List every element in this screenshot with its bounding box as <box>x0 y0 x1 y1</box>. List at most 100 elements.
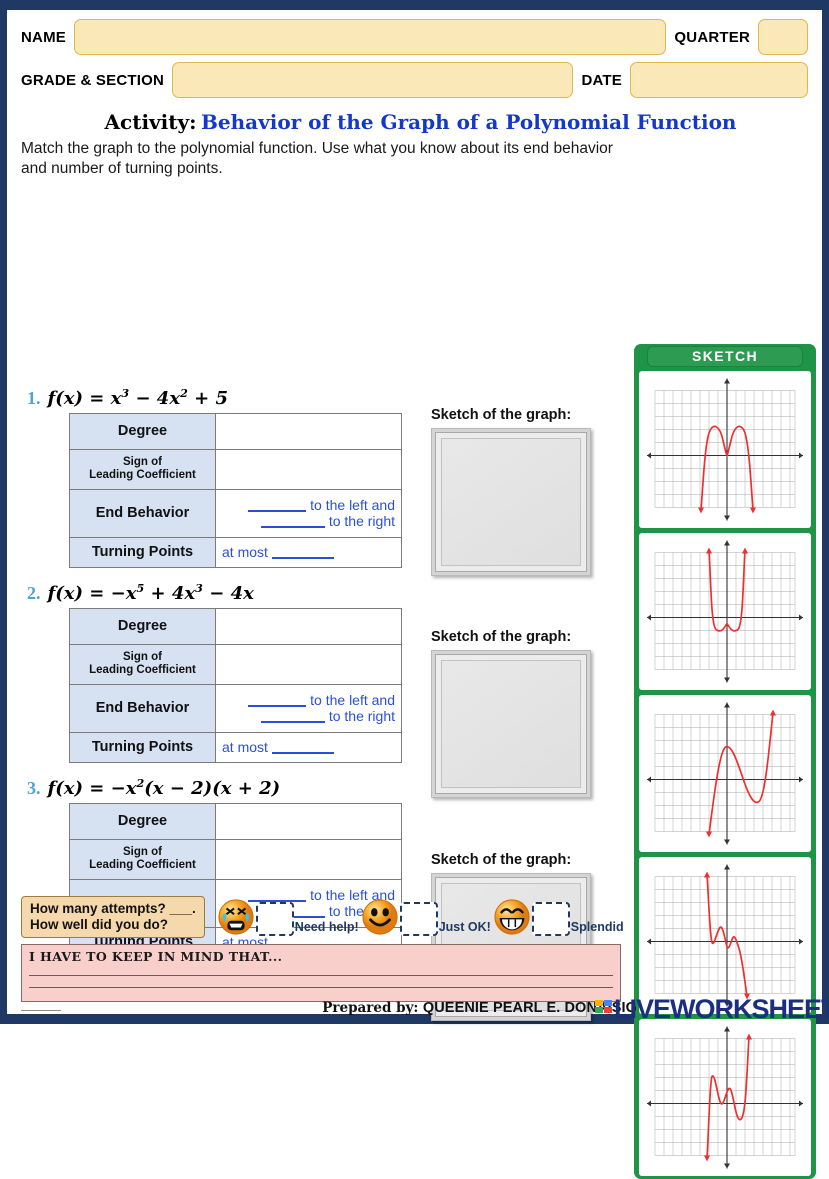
sign-label-line1: Sign of <box>123 456 162 469</box>
y-axis-arrow-down <box>724 1163 730 1169</box>
y-axis-arrow-down <box>724 677 730 683</box>
x-axis-arrow-right <box>799 938 803 945</box>
x-axis-arrow-left <box>647 452 651 459</box>
y-axis-arrow-up <box>724 864 730 870</box>
end-behavior-right-blank-2[interactable] <box>260 721 325 724</box>
mood-dropzone-need-help[interactable] <box>255 902 294 937</box>
table-row: Sign of Leading Coefficient <box>69 643 402 685</box>
mood-dropzone-splendid[interactable] <box>531 902 570 937</box>
sketch-dropzone-2[interactable] <box>431 649 591 798</box>
curve-e-arrow-end <box>746 1033 752 1040</box>
end-behavior-answer-1[interactable]: to the left and to the right <box>215 488 402 538</box>
end-behavior-left-blank-1[interactable] <box>248 509 307 512</box>
sign-leading-coefficient-label: Sign of Leading Coefficient <box>69 838 216 880</box>
mood-dropzone-just-ok[interactable] <box>399 902 438 937</box>
sign-label-line2: Leading Coefficient <box>89 664 196 677</box>
end-behavior-label: End Behavior <box>69 683 216 733</box>
sketch-option-a[interactable] <box>639 370 811 528</box>
dropzone-1-group: Sketch of the graph: <box>431 407 627 576</box>
graph-e-svg <box>647 1026 803 1169</box>
sketch-dropzone-1[interactable] <box>431 427 591 576</box>
crying-face-icon <box>218 899 254 935</box>
curve-c-arrow-start <box>706 831 712 838</box>
sign-answer-1[interactable] <box>215 448 402 490</box>
grinning-face-icon <box>494 899 530 935</box>
x-axis-arrow-right <box>799 1100 803 1107</box>
turning-points-answer-2[interactable]: at most <box>215 731 402 763</box>
sign-label-line1: Sign of <box>123 846 162 859</box>
name-input[interactable] <box>73 19 667 55</box>
grade-section-input[interactable] <box>172 62 574 98</box>
table-row: Degree <box>69 802 402 840</box>
dropzone-2-group: Sketch of the graph: <box>431 629 627 798</box>
reflection-prompt: I HAVE TO KEEP IN MIND THAT... <box>29 949 283 964</box>
sign-answer-3[interactable] <box>215 838 402 880</box>
curve-c-arrow-end <box>770 709 776 716</box>
question-2-function: f(x) = −x5 + 4x3 − 4x <box>47 581 254 604</box>
activity-word: Activity: <box>104 110 197 134</box>
question-2-number: 2. <box>27 582 41 603</box>
table-row: Degree <box>69 607 402 645</box>
mood-label-just-ok: Just OK! <box>438 920 491 935</box>
self-assessment-row: How many attempts? ___. How well did you… <box>21 896 624 939</box>
instructions: Match the graph to the polynomial functi… <box>21 140 613 177</box>
grid <box>654 551 796 670</box>
sketch-option-d[interactable] <box>639 856 811 1014</box>
header-row-name: NAME QUARTER <box>7 19 822 55</box>
quarter-label: QUARTER <box>674 28 750 46</box>
reflection-answer-line-1[interactable] <box>29 975 613 976</box>
attempts-question: How many attempts? ___. <box>30 901 196 916</box>
question-3-number: 3. <box>27 777 41 798</box>
reflection-answer-line-2[interactable] <box>29 987 613 988</box>
y-axis-arrow-up <box>724 702 730 708</box>
turning-points-answer-1[interactable]: at most <box>215 536 402 568</box>
footer-rule <box>21 1010 61 1011</box>
turning-points-blank-1[interactable] <box>271 557 334 560</box>
mood-splendid: Splendid <box>493 898 624 937</box>
how-well-question: How well did you do? <box>30 917 168 933</box>
prepared-by-label: Prepared by: <box>322 1000 419 1016</box>
degree-answer-1[interactable] <box>215 412 402 450</box>
curve-c <box>708 712 774 835</box>
graph-d-svg <box>647 864 803 1007</box>
sketch-option-b[interactable] <box>639 532 811 690</box>
question-1-function: f(x) = x3 − 4x2 + 5 <box>47 386 229 409</box>
sketch-option-e[interactable] <box>639 1018 811 1176</box>
graph-c-svg <box>647 702 803 845</box>
to-the-right-text: to the right <box>328 513 395 530</box>
table-row: Sign of Leading Coefficient <box>69 448 402 490</box>
axes <box>647 540 803 683</box>
turning-points-blank-2[interactable] <box>271 752 334 755</box>
table-row: Sign of Leading Coefficient <box>69 838 402 880</box>
sign-leading-coefficient-label: Sign of Leading Coefficient <box>69 643 216 685</box>
end-behavior-answer-2[interactable]: to the left and to the right <box>215 683 402 733</box>
degree-label: Degree <box>69 607 216 645</box>
mood-label-need-help: Need help! <box>294 920 359 935</box>
end-behavior-left-blank-2[interactable] <box>248 704 307 707</box>
end-behavior-right-blank-1[interactable] <box>260 526 325 529</box>
sign-leading-coefficient-label: Sign of Leading Coefficient <box>69 448 216 490</box>
y-axis-arrow-up <box>724 1026 730 1032</box>
question-2-table: Degree Sign of Leading Coefficient End B… <box>69 607 402 763</box>
x-axis-arrow-left <box>647 1100 651 1107</box>
date-input[interactable] <box>630 62 808 98</box>
y-axis-arrow-down <box>724 1001 730 1007</box>
question-1-table: Degree Sign of Leading Coefficient End B… <box>69 412 402 568</box>
mood-label-splendid: Splendid <box>570 920 624 935</box>
x-axis-arrow-left <box>647 614 651 621</box>
grid <box>654 713 796 832</box>
x-axis-arrow-left <box>647 776 651 783</box>
sketch-option-c[interactable] <box>639 694 811 852</box>
degree-answer-2[interactable] <box>215 607 402 645</box>
x-axis-arrow-right <box>799 776 803 783</box>
degree-label: Degree <box>69 412 216 450</box>
x-axis-arrow-left <box>647 938 651 945</box>
quarter-input[interactable] <box>758 19 808 55</box>
mood-just-ok: Just OK! <box>361 898 491 937</box>
turning-points-label: Turning Points <box>69 731 216 763</box>
sketch-panel: SKETCH <box>634 343 816 1179</box>
sign-label-line1: Sign of <box>123 651 162 664</box>
to-the-left-text: to the left and <box>310 691 395 708</box>
sign-answer-2[interactable] <box>215 643 402 685</box>
degree-answer-3[interactable] <box>215 802 402 840</box>
